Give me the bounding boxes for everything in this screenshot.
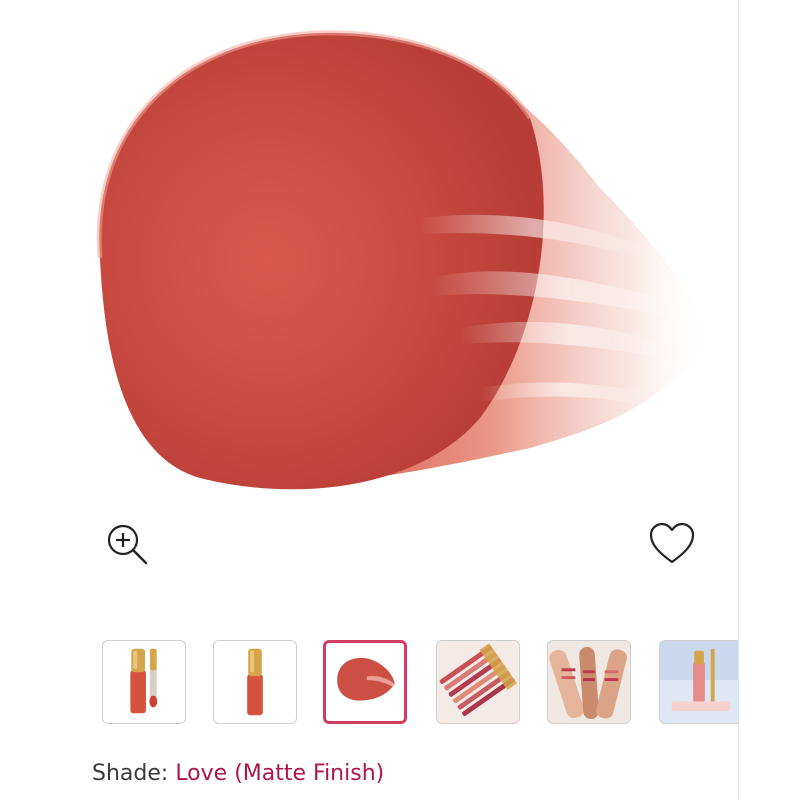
thumbnail-1[interactable] xyxy=(102,640,186,724)
thumbnail-strip xyxy=(0,638,738,730)
lip-tint-bottle-open-image xyxy=(130,648,158,714)
heart-outline-icon xyxy=(649,522,695,564)
lifestyle-shot-image xyxy=(660,641,738,723)
product-lineup-image xyxy=(437,641,519,723)
page-edge-divider xyxy=(738,0,739,800)
shade-selection: Shade: Love (Matte Finish) xyxy=(92,758,384,790)
lip-tint-bottle-closed-image xyxy=(247,648,263,716)
thumbnail-5[interactable] xyxy=(547,640,631,724)
wishlist-button[interactable] xyxy=(646,520,698,568)
main-product-image[interactable] xyxy=(60,8,730,508)
swatch-closeup-image xyxy=(337,657,395,701)
thumbnail-2[interactable] xyxy=(213,640,297,724)
thumbnail-4[interactable] xyxy=(436,640,520,724)
thumbnail-6[interactable] xyxy=(659,640,738,724)
swatch-image xyxy=(96,30,710,490)
zoom-button[interactable] xyxy=(102,520,152,570)
thumbnail-3[interactable] xyxy=(323,640,407,724)
shade-label: Shade: xyxy=(92,761,169,786)
arm-swatches-image xyxy=(548,641,630,723)
shade-value: Love (Matte Finish) xyxy=(175,761,385,786)
magnifier-plus-icon xyxy=(107,524,148,565)
